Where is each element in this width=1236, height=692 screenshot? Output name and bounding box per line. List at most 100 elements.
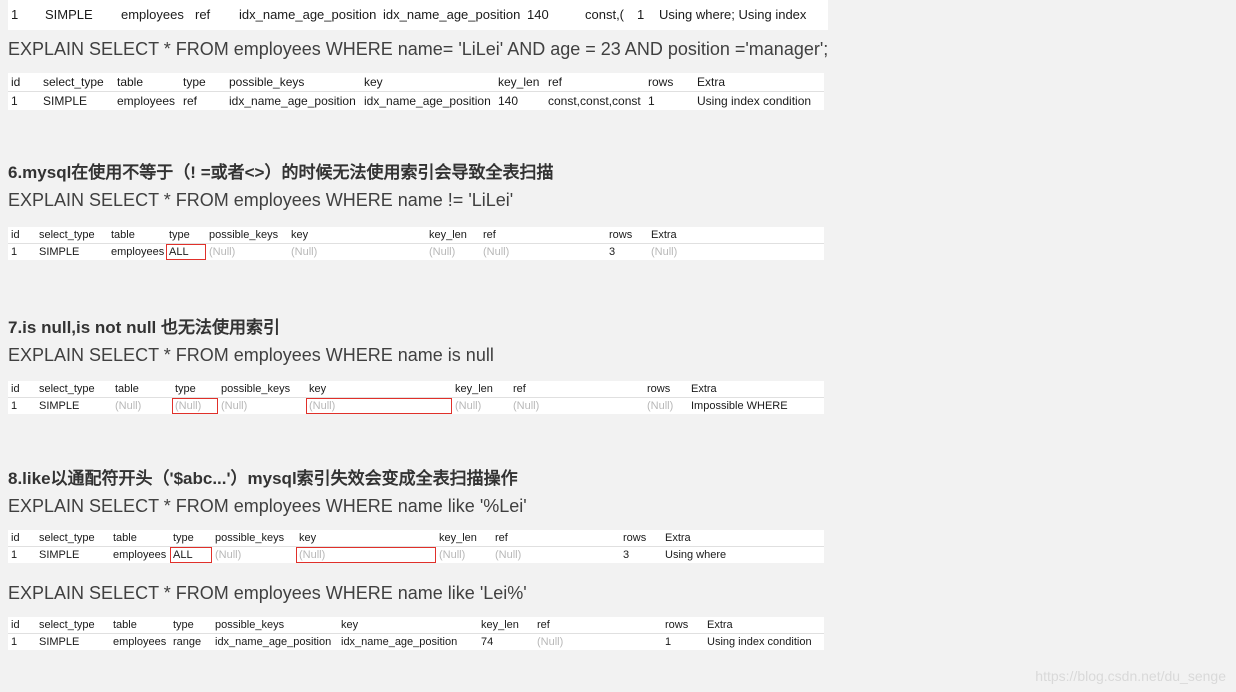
- cell-possible-keys: idx_name_age_position: [215, 636, 332, 648]
- cell-key-len: 74: [481, 636, 494, 648]
- column-header: type: [172, 381, 218, 398]
- cell-key: (Null): [291, 246, 318, 258]
- column-header: type: [180, 73, 226, 92]
- table-row: 1 SIMPLE (Null) (Null) (Null) (Null) (Nu…: [8, 397, 824, 414]
- cell-key-highlighted: (Null): [306, 397, 452, 414]
- cell-key: idx_name_age_position: [341, 636, 458, 648]
- column-header: select_type: [36, 530, 110, 547]
- cell-extra: Impossible WHERE: [691, 400, 788, 412]
- explain-result-table-partial: 1 SIMPLE employees ref idx_name_age_posi…: [8, 0, 828, 30]
- column-header: possible_keys: [206, 227, 288, 244]
- column-header: select_type: [36, 227, 108, 244]
- cell-extra: Using where: [665, 549, 727, 561]
- cell-possible-keys: (Null): [209, 246, 236, 258]
- column-header: key_len: [452, 381, 510, 398]
- cell-ref: (Null): [495, 549, 522, 561]
- cell-key: idx_name_age_position: [364, 94, 491, 108]
- section-heading: 7.is null,is not null 也无法使用索引: [8, 318, 281, 337]
- cell-id: 1: [11, 246, 18, 258]
- cell-rows: 1: [637, 7, 645, 22]
- column-header: Extra: [694, 73, 824, 92]
- cell-type-highlighted: ALL: [170, 546, 212, 563]
- column-header: table: [110, 617, 170, 634]
- column-header: select_type: [36, 617, 110, 634]
- cell-select-type: SIMPLE: [39, 636, 80, 648]
- cell-type: ref: [183, 94, 198, 108]
- cell-rows: (Null): [647, 400, 674, 412]
- cell-select-type: SIMPLE: [39, 549, 80, 561]
- table-row: 1 SIMPLE employees ALL (Null) (Null) (Nu…: [8, 546, 824, 563]
- cell-ref: (Null): [513, 400, 540, 412]
- column-header: ref: [510, 381, 644, 398]
- cell-rows: 1: [665, 636, 672, 648]
- cell-id: 1: [11, 400, 18, 412]
- cell-id: 1: [11, 94, 18, 108]
- cell-type: ref: [195, 7, 211, 22]
- cell-extra: Using index condition: [697, 94, 812, 108]
- column-header: key: [296, 530, 436, 547]
- cell-id: 1: [11, 636, 18, 648]
- explain-result-table: id select_type table type possible_keys …: [8, 617, 824, 650]
- column-header: select_type: [36, 381, 112, 398]
- watermark-text: https://blog.csdn.net/du_senge: [1035, 668, 1226, 684]
- table-row: 1 SIMPLE employees ALL (Null) (Null) (Nu…: [8, 243, 824, 260]
- column-header: key: [306, 381, 452, 398]
- column-header: key_len: [426, 227, 480, 244]
- cell-select-type: SIMPLE: [45, 7, 93, 22]
- cell-select-type: SIMPLE: [43, 94, 88, 108]
- column-header: type: [170, 617, 212, 634]
- cell-key-len: 140: [527, 7, 549, 22]
- table-row: 1 SIMPLE employees range idx_name_age_po…: [8, 633, 824, 650]
- cell-ref: const,const,const: [548, 94, 641, 108]
- cell-possible-keys: (Null): [215, 549, 242, 561]
- column-header: rows: [662, 617, 704, 634]
- cell-ref: (Null): [537, 636, 564, 648]
- sql-statement: EXPLAIN SELECT * FROM employees WHERE na…: [8, 39, 829, 59]
- cell-extra: (Null): [651, 246, 678, 258]
- column-header: rows: [620, 530, 662, 547]
- cell-possible-keys: (Null): [221, 400, 248, 412]
- cell-type-highlighted: (Null): [172, 397, 218, 414]
- cell-possible-keys: idx_name_age_position: [229, 94, 356, 108]
- cell-table: employees: [121, 7, 184, 22]
- column-header: rows: [606, 227, 648, 244]
- column-header: table: [114, 73, 180, 92]
- cell-table: (Null): [115, 400, 142, 412]
- cell-table: employees: [111, 246, 165, 258]
- cell-table: employees: [113, 549, 167, 561]
- cell-key: idx_name_age_position: [383, 7, 521, 22]
- column-header: Extra: [688, 381, 824, 398]
- column-header: ref: [534, 617, 662, 634]
- column-header: type: [166, 227, 206, 244]
- column-header: Extra: [648, 227, 824, 244]
- cell-key-len: (Null): [455, 400, 482, 412]
- article-page: 1 SIMPLE employees ref idx_name_age_posi…: [0, 0, 1236, 692]
- section-heading: 6.mysql在使用不等于（! =或者<>）的时候无法使用索引会导致全表扫描: [8, 163, 554, 182]
- sql-statement: EXPLAIN SELECT * FROM employees WHERE na…: [8, 496, 527, 516]
- column-header: id: [8, 381, 36, 398]
- column-header: key_len: [495, 73, 545, 92]
- table-header-row: id select_type table type possible_keys …: [8, 381, 824, 398]
- cell-rows: 3: [623, 549, 630, 561]
- column-header: possible_keys: [226, 73, 361, 92]
- column-header: key_len: [436, 530, 492, 547]
- table-row: 1 SIMPLE employees ref idx_name_age_posi…: [8, 91, 824, 110]
- explain-result-table: id select_type table type possible_keys …: [8, 227, 824, 260]
- column-header: key: [338, 617, 478, 634]
- table-header-row: id select_type table type possible_keys …: [8, 617, 824, 634]
- explain-result-table: id select_type table type possible_keys …: [8, 73, 824, 110]
- column-header: id: [8, 227, 36, 244]
- cell-ref: (Null): [483, 246, 510, 258]
- table-header-row: id select_type table type possible_keys …: [8, 530, 824, 547]
- column-header: id: [8, 73, 40, 92]
- cell-type-highlighted: ALL: [166, 243, 206, 260]
- cell-key-len: 140: [498, 94, 519, 108]
- column-header: key: [361, 73, 495, 92]
- column-header: id: [8, 617, 36, 634]
- cell-key-highlighted: (Null): [296, 546, 436, 563]
- explain-result-table: id select_type table type possible_keys …: [8, 381, 824, 414]
- column-header: ref: [492, 530, 620, 547]
- column-header: Extra: [704, 617, 824, 634]
- column-header: rows: [644, 381, 688, 398]
- column-header: possible_keys: [218, 381, 306, 398]
